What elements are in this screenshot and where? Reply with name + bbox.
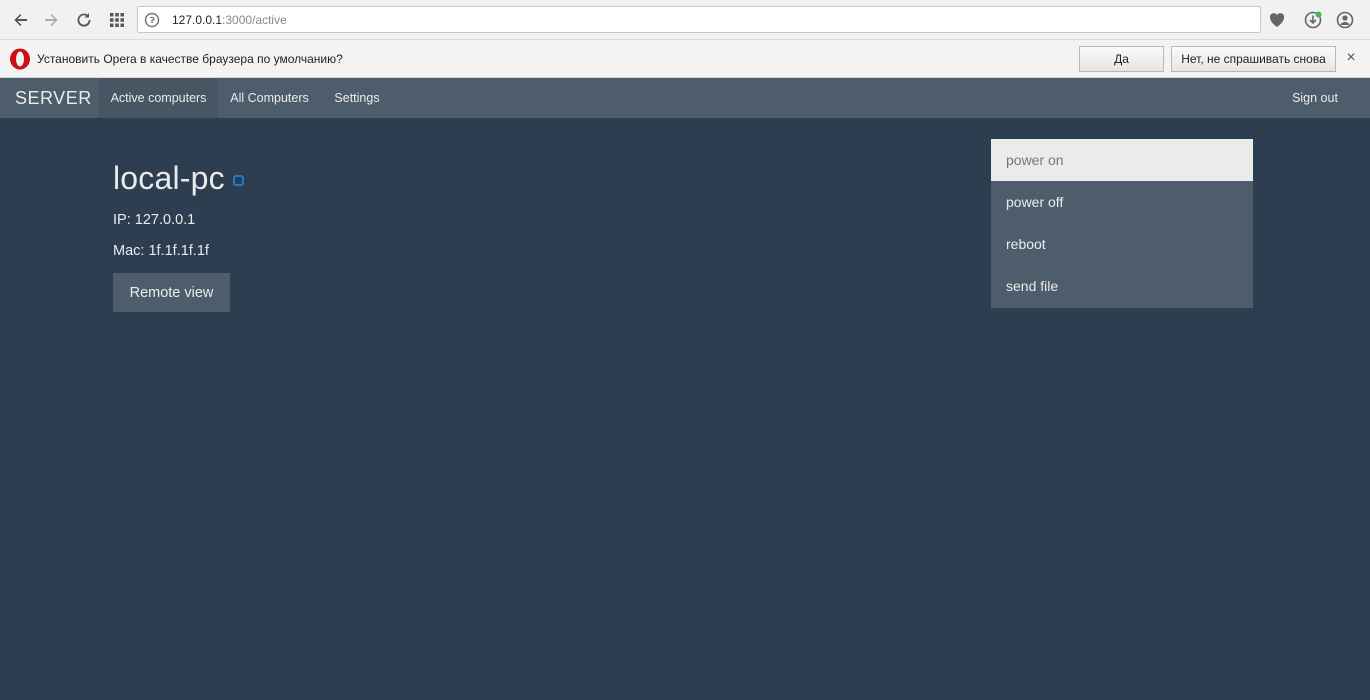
- nav-settings[interactable]: Settings: [322, 78, 392, 118]
- url-text: 127.0.0.1:3000/active: [172, 12, 287, 27]
- remote-view-button[interactable]: Remote view: [113, 273, 230, 312]
- reload-button[interactable]: [72, 8, 96, 32]
- speed-dial-button[interactable]: [105, 8, 129, 32]
- heart-icon: [1269, 13, 1285, 27]
- computer-name: local-pc: [113, 160, 225, 196]
- nav-all-computers[interactable]: All Computers: [220, 78, 319, 118]
- brand-logo[interactable]: SERVER: [15, 88, 92, 109]
- address-bar[interactable]: 127.0.0.1:3000/active: [137, 6, 1261, 33]
- user-icon: [1336, 11, 1354, 29]
- back-button[interactable]: [9, 8, 33, 32]
- account-button[interactable]: [1333, 8, 1357, 32]
- reload-icon: [77, 13, 91, 27]
- actions-menu: power on power off reboot send file: [991, 139, 1253, 308]
- bookmark-button[interactable]: [1265, 8, 1289, 32]
- site-info-icon[interactable]: [144, 12, 160, 28]
- opera-logo-icon: [10, 48, 30, 70]
- computer-mac: Mac: 1f.1f.1f.1f: [113, 243, 209, 259]
- forward-button[interactable]: [39, 8, 63, 32]
- yes-button[interactable]: Да: [1079, 46, 1164, 72]
- menu-item-power-off[interactable]: power off: [991, 181, 1253, 223]
- arrow-right-icon: [45, 14, 58, 26]
- close-icon[interactable]: ×: [1343, 50, 1359, 66]
- menu-item-reboot[interactable]: reboot: [991, 223, 1253, 265]
- grid-icon: [110, 13, 124, 27]
- dont-ask-again-button[interactable]: Нет, не спрашивать снова: [1171, 46, 1336, 72]
- downloads-button[interactable]: [1301, 8, 1325, 32]
- arrow-left-icon: [14, 14, 27, 26]
- computer-ip: IP: 127.0.0.1: [113, 212, 196, 228]
- infobar-message: Установить Opera в качестве браузера по …: [37, 52, 343, 66]
- menu-item-power-on[interactable]: power on: [991, 139, 1253, 181]
- download-icon: [1304, 11, 1322, 29]
- menu-item-send-file[interactable]: send file: [991, 265, 1253, 307]
- nav-active-computers[interactable]: Active computers: [99, 78, 218, 118]
- status-indicator-icon: [233, 175, 244, 186]
- sign-out-link[interactable]: Sign out: [1284, 78, 1346, 118]
